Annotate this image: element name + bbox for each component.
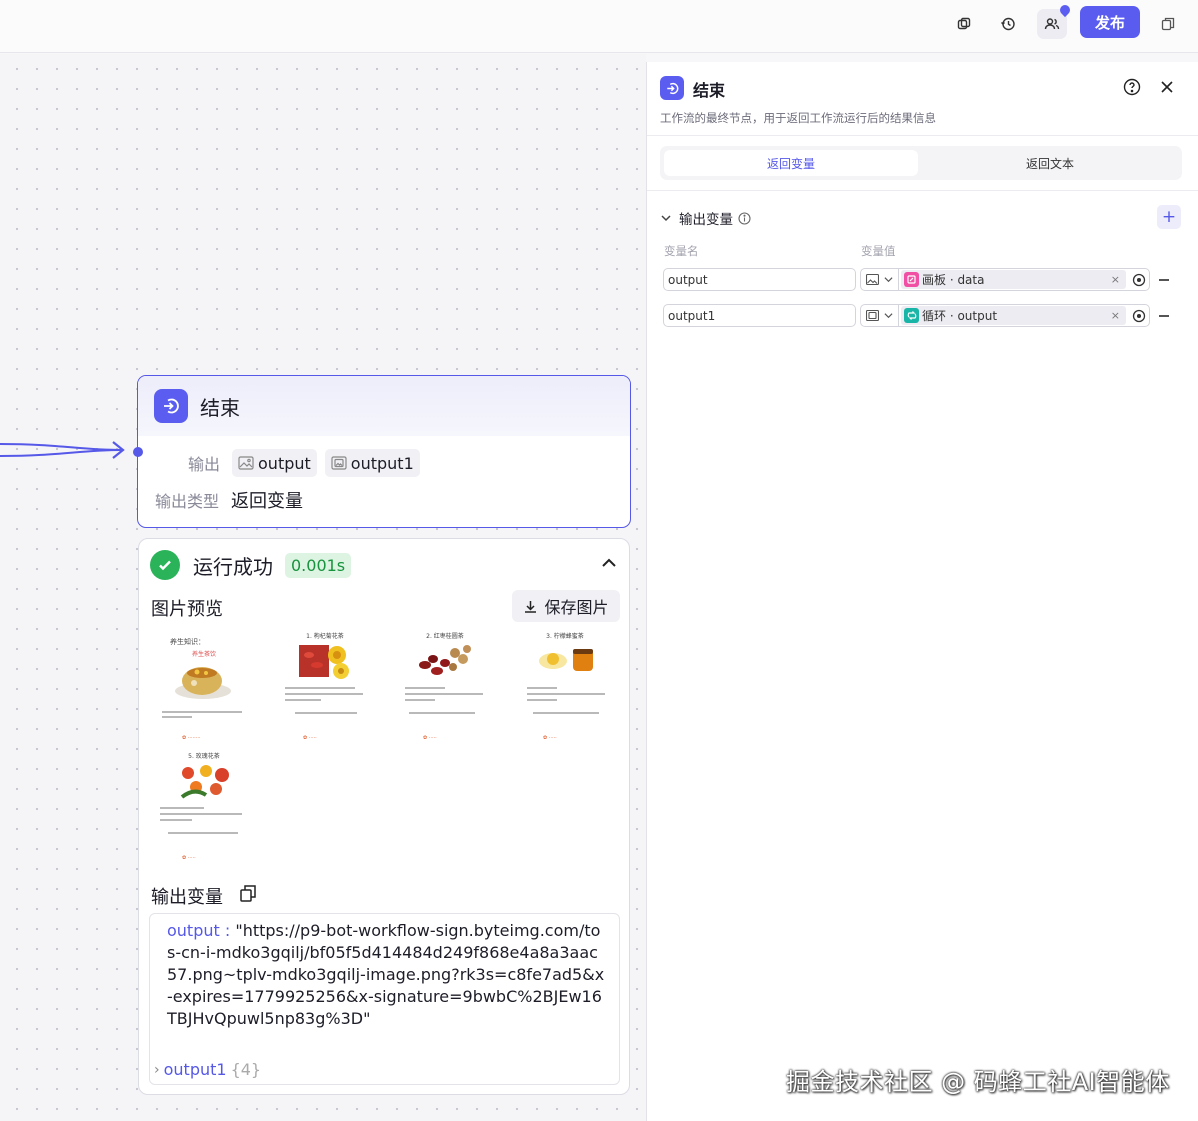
chevron-down-icon	[884, 313, 893, 319]
info-icon[interactable]	[738, 211, 751, 225]
exit-icon	[154, 389, 188, 423]
download-icon	[525, 600, 537, 613]
remove-variable-button[interactable]	[1159, 279, 1169, 281]
variable-reference[interactable]: 循环 · output ×	[901, 306, 1126, 325]
node-output-type-row: 输出类型 返回变量	[155, 487, 303, 513]
output-vars-title: 输出变量	[151, 887, 223, 908]
output-label: 输出	[188, 455, 221, 474]
collaborators-icon[interactable]	[1037, 2, 1073, 39]
var-value-selector: 画板 · data ×	[860, 268, 1150, 291]
image-thumbnail[interactable]: 3. 柠檬蜂蜜茶 ✿ ·····	[515, 631, 615, 747]
image-icon	[866, 274, 880, 285]
var-name-input[interactable]: output1	[663, 304, 856, 327]
variable-reference[interactable]: 画板 · data ×	[901, 270, 1126, 289]
end-node-card[interactable]: 结束 输出 output output1 输出类型 返回变量	[137, 375, 631, 528]
return-mode-tabs: 返回变量 返回文本	[660, 146, 1182, 180]
output-type-label: 输出类型	[155, 492, 220, 511]
close-icon[interactable]	[1159, 79, 1175, 95]
chevron-down-icon	[884, 277, 893, 283]
image-thumbnail[interactable]: 养生知识： 养生茶饮 ✿ ········	[154, 631, 254, 747]
help-icon[interactable]	[1123, 78, 1141, 96]
exit-icon	[660, 76, 684, 100]
panel-toggle-icon[interactable]	[1153, 9, 1183, 39]
run-status-row: 运行成功 0.001s	[150, 550, 352, 580]
input-port[interactable]	[133, 447, 143, 457]
clear-icon[interactable]: ×	[1111, 309, 1120, 322]
rose-tea-image	[180, 765, 229, 799]
output-key: output	[167, 921, 220, 940]
image-thumbnail[interactable]: 2. 红枣桂圆茶 ✿ ·····	[395, 631, 495, 747]
add-variable-button[interactable]: +	[1157, 205, 1181, 229]
run-status-text: 运行成功	[193, 554, 273, 579]
clear-icon[interactable]: ×	[1111, 273, 1120, 286]
tea-cup-image	[175, 667, 231, 699]
connection-edge	[0, 441, 125, 459]
output-json-box: output : "https://p9-bot-workflow-sign.b…	[149, 913, 620, 1085]
loop-icon	[904, 308, 919, 323]
var-name-input[interactable]: output	[663, 268, 856, 291]
top-toolbar: 发布	[0, 0, 1198, 53]
tab-return-text[interactable]: 返回文本	[922, 150, 1178, 176]
node-title: 结束	[200, 395, 240, 420]
panel-description: 工作流的最终节点，用于返回工作流运行后的结果信息	[660, 111, 936, 125]
duration-badge: 0.001s	[285, 552, 352, 578]
node-config-panel: 结束 工作流的最终节点，用于返回工作流运行后的结果信息 返回变量 返回文本 输出…	[646, 62, 1198, 1121]
lemon-honey-image	[539, 649, 593, 671]
image-thumbnail[interactable]: 5. 玫瑰花茶 ✿ ·····	[154, 751, 254, 867]
notification-badge-icon	[1057, 2, 1073, 18]
output-vars-section-header[interactable]: 输出变量	[661, 208, 751, 228]
output1-tag: output1	[324, 449, 420, 477]
history-icon[interactable]	[993, 9, 1023, 39]
node-output-row: 输出 output output1	[188, 449, 420, 477]
watermark: 掘金技术社区 @ 码蜂工社AI智能体	[786, 1068, 1170, 1096]
output-type-value: 返回变量	[231, 491, 304, 512]
save-image-button[interactable]: 保存图片	[512, 590, 620, 622]
image-preview-title: 图片预览	[151, 599, 223, 620]
chevron-right-icon: ›	[154, 1062, 160, 1078]
end-node-header: 结束	[138, 376, 630, 436]
image-list-icon	[331, 456, 347, 470]
publish-button[interactable]: 发布	[1080, 6, 1140, 38]
target-icon[interactable]	[1132, 309, 1146, 323]
chevron-down-icon	[661, 215, 671, 222]
type-select[interactable]	[861, 305, 899, 326]
panel-title: 结束	[693, 81, 726, 100]
image-thumbnail[interactable]: 1. 枸杞菊花茶 ✿ ·····	[275, 631, 375, 747]
layers-icon[interactable]	[949, 9, 979, 39]
run-result-panel: 运行成功 0.001s 图片预览 保存图片 养生知识： 养生茶饮 ✿ ·····…	[138, 538, 630, 1095]
image-icon	[238, 456, 254, 470]
copy-icon[interactable]	[239, 884, 257, 902]
tab-return-variables[interactable]: 返回变量	[664, 150, 918, 176]
col-var-value: 变量值	[861, 244, 896, 258]
image-list-icon	[866, 310, 880, 321]
target-icon[interactable]	[1132, 273, 1146, 287]
remove-variable-button[interactable]	[1159, 315, 1169, 317]
type-select[interactable]	[861, 269, 899, 290]
red-dates-longan-image	[419, 645, 471, 675]
goji-chrysanthemum-image	[299, 645, 349, 679]
var-value-selector: 循环 · output ×	[860, 304, 1150, 327]
canvas-board-icon	[904, 272, 919, 287]
col-var-name: 变量名	[664, 244, 699, 258]
output-tag: output	[232, 449, 317, 477]
output1-row[interactable]: › output1 {4}	[154, 1059, 261, 1081]
success-check-icon	[150, 550, 180, 580]
collapse-chevron-up-icon[interactable]	[601, 557, 617, 569]
